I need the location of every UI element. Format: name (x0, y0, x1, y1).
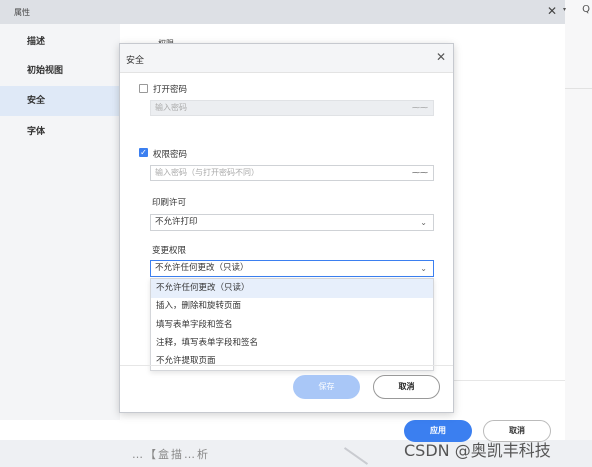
chevron-down-icon[interactable]: ▾ (563, 6, 566, 13)
sidebar-item-security[interactable]: 安全 (0, 86, 120, 116)
dropdown-option[interactable]: 填写表单字段和签名 (151, 316, 433, 335)
print-permission-select[interactable]: 不允许打印 ⌄ (150, 214, 434, 231)
permission-password-checkbox[interactable]: ✓ (139, 148, 148, 157)
background-text-fragment: …【盒描…析 (132, 448, 210, 461)
properties-titlebar: 属性 ✕ ▾ (0, 0, 566, 24)
sidebar-item-initial-view[interactable]: 初始视图 (0, 56, 120, 86)
security-dialog-titlebar: 安全 ✕ (120, 44, 453, 73)
permission-password-placeholder: 输入密码（与打开密码不同） (155, 168, 259, 177)
properties-title: 属性 (14, 8, 30, 17)
change-permission-value: 不允许任何更改（只读） (155, 263, 249, 273)
change-permission-label: 变更权限 (152, 246, 187, 256)
permission-password-input[interactable]: 输入密码（与打开密码不同） ⁓⁓ (150, 165, 434, 181)
background-app-edge (564, 0, 592, 467)
dropdown-option[interactable]: 插入，删除和旋转页面 (151, 297, 433, 316)
close-icon[interactable]: ✕ (547, 4, 557, 18)
open-password-label: 打开密码 (153, 85, 188, 95)
chevron-down-icon: ⌄ (420, 218, 427, 227)
eye-hidden-icon[interactable]: ⁓⁓ (412, 166, 428, 180)
eye-hidden-icon[interactable]: ⁓⁓ (412, 101, 428, 115)
permission-password-label: 权限密码 (153, 150, 188, 160)
dropdown-option[interactable]: 不允许任何更改（只读） (151, 279, 433, 298)
print-permission-label: 印刷许可 (152, 198, 187, 208)
change-permission-select[interactable]: 不允许任何更改（只读） ⌄ (150, 260, 434, 277)
security-dialog-title: 安全 (126, 56, 145, 66)
sidebar-item-fonts[interactable]: 字体 (0, 117, 120, 147)
background-divider (564, 88, 592, 89)
security-dialog-footer-divider (120, 365, 453, 366)
change-permission-dropdown: 不允许任何更改（只读） 插入，删除和旋转页面 填写表单字段和签名 注释，填写表单… (150, 278, 434, 371)
dropdown-option[interactable]: 不允许提取页面 (151, 352, 433, 371)
close-icon[interactable]: ✕ (436, 50, 446, 64)
chevron-down-icon: ⌄ (420, 264, 427, 273)
properties-sidebar: 描述 初始视图 安全 字体 (0, 24, 120, 420)
sidebar-item-description[interactable]: 描述 (0, 27, 120, 57)
watermark: CSDN @奥凯丰科技 (404, 441, 551, 460)
save-button[interactable]: 保存 (293, 375, 360, 399)
search-icon[interactable]: Q (582, 4, 590, 15)
security-cancel-button[interactable]: 取消 (373, 375, 440, 399)
open-password-input[interactable]: 输入密码 ⁓⁓ (150, 100, 434, 116)
print-permission-value: 不允许打印 (155, 217, 198, 227)
dropdown-option[interactable]: 注释，填写表单字段和签名 (151, 334, 433, 353)
open-password-checkbox[interactable] (139, 84, 148, 93)
open-password-placeholder: 输入密码 (155, 103, 187, 112)
